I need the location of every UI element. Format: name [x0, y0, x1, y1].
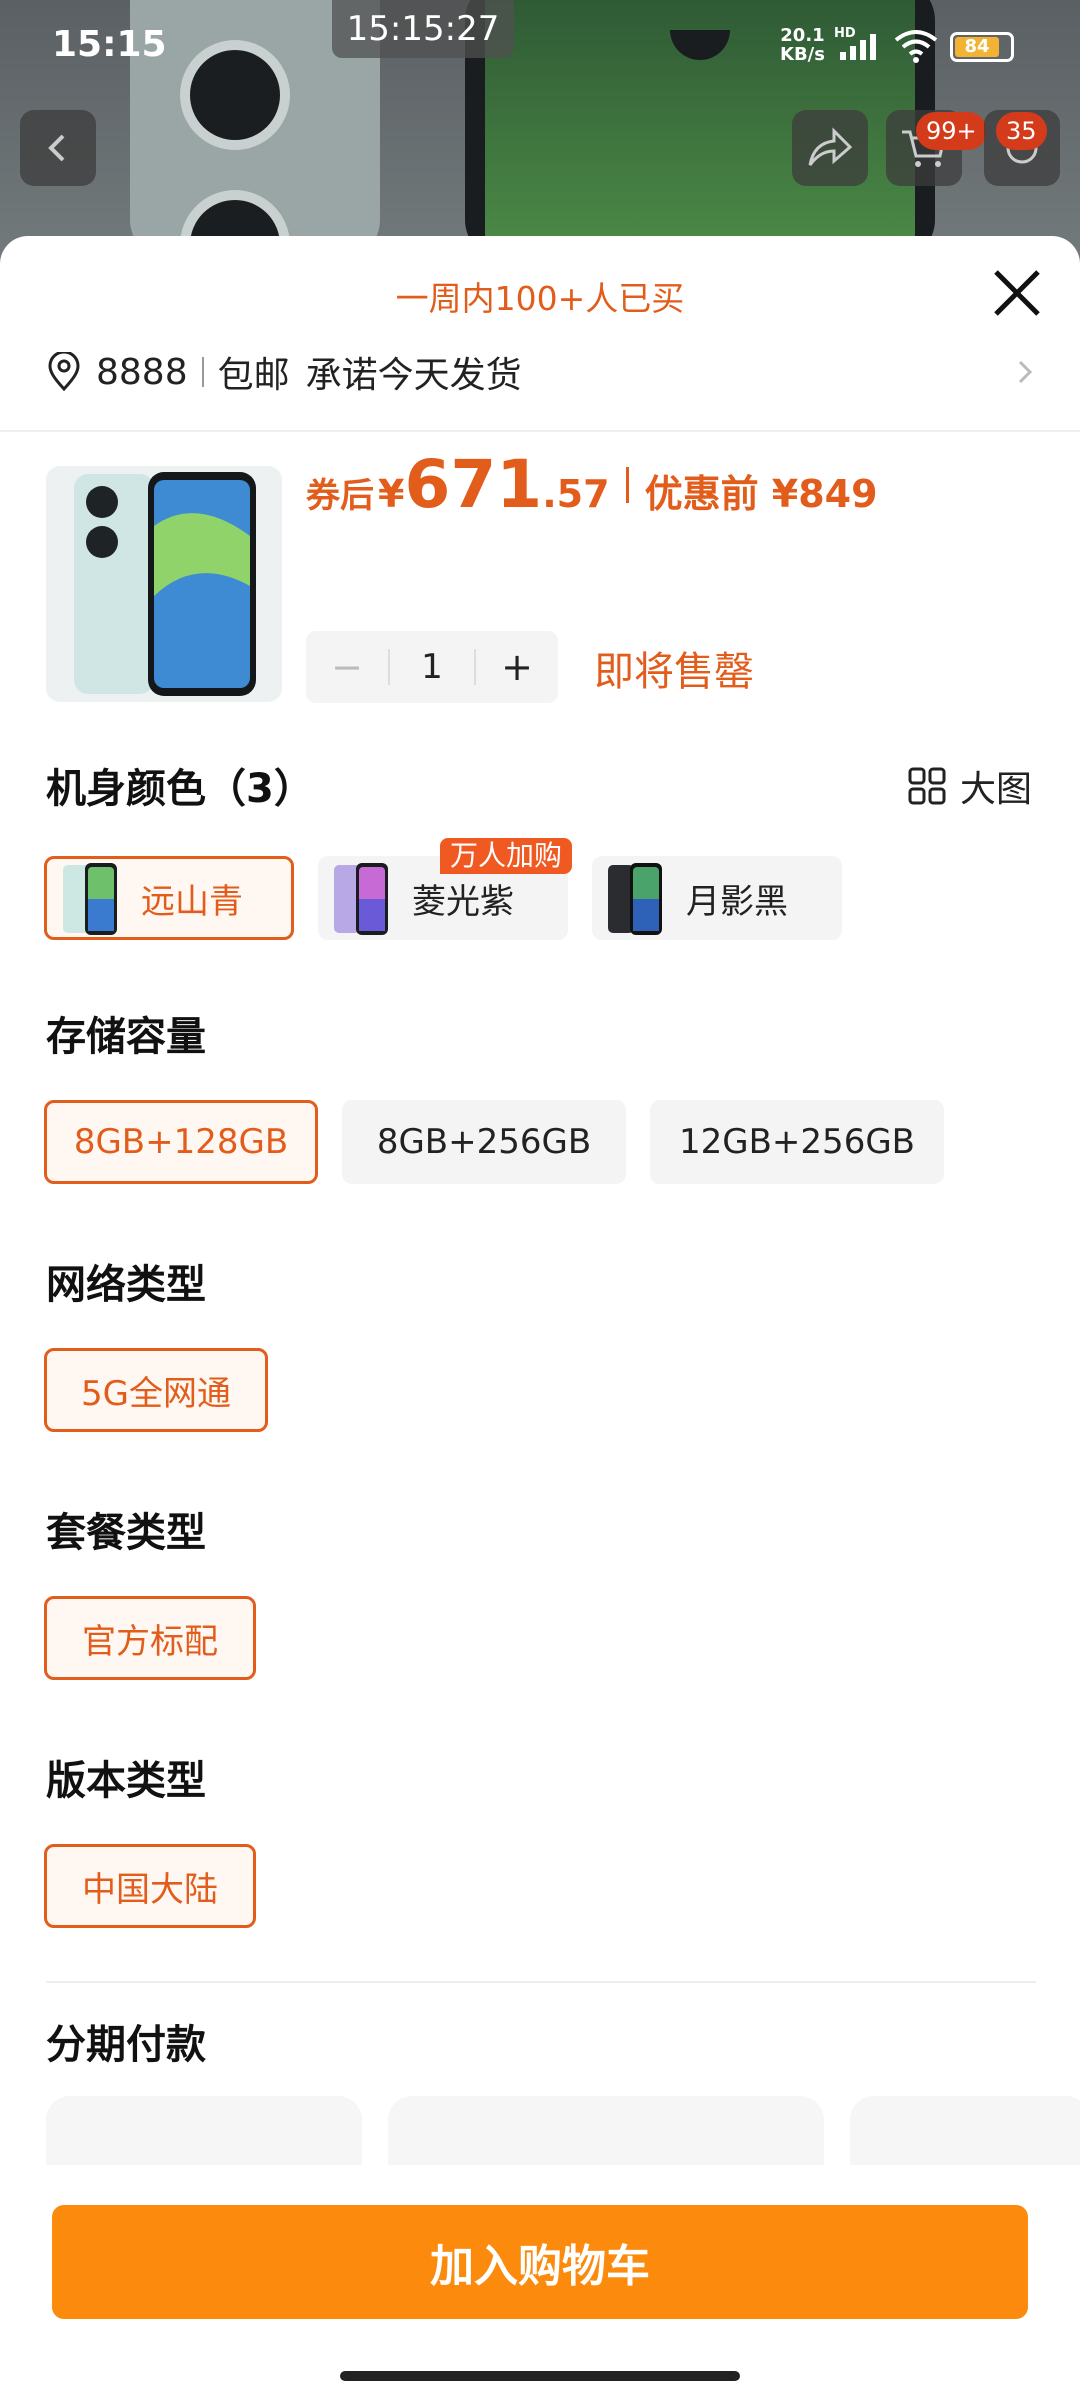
back-button[interactable] — [20, 110, 96, 186]
section-title-installment: 分期付款 — [46, 2022, 206, 2068]
product-image — [74, 472, 256, 696]
share-icon — [808, 127, 853, 166]
address-separator — [201, 357, 204, 387]
battery-level: 84 — [955, 37, 999, 57]
location-pin-icon — [48, 352, 80, 392]
section-title-version: 版本类型 — [46, 1758, 206, 1804]
product-thumbnail[interactable] — [46, 466, 282, 702]
large-image-toggle[interactable]: 大图 — [908, 760, 1032, 812]
stock-warning: 即将售罄 — [594, 649, 754, 695]
price-row: 券后 ¥ 671 .57 优惠前 ¥849 — [306, 446, 878, 523]
color-swatch-image — [63, 863, 117, 935]
purchase-popularity: 一周内100+人已买 — [395, 279, 685, 318]
home-indicator[interactable] — [340, 2371, 740, 2381]
color-option-yueyinghei[interactable]: 月影黑 — [592, 856, 842, 940]
shipping-free: 包邮 — [217, 355, 290, 396]
price-decimal: .57 — [542, 472, 610, 516]
storage-option-12-256[interactable]: 12GB+256GB — [650, 1100, 944, 1184]
status-time: 15:15 — [52, 24, 167, 65]
status-bar: 15:15 15:15:27 20.1 KB/s HD 84 — [0, 0, 1080, 90]
signal-icon — [840, 34, 876, 60]
quantity-value[interactable]: 1 — [388, 649, 476, 685]
price-currency: ¥ — [378, 472, 405, 516]
network-option-5g[interactable]: 5G全网通 — [44, 1348, 268, 1432]
package-option-standard[interactable]: 官方标配 — [44, 1596, 256, 1680]
grid-icon — [908, 767, 946, 805]
hot-tag-badge: 万人加购 — [440, 838, 573, 874]
network-speed-unit: KB/s — [780, 44, 825, 65]
add-to-cart-button[interactable]: 加入购物车 — [52, 2205, 1028, 2319]
storage-option-8-256[interactable]: 8GB+256GB — [342, 1100, 626, 1184]
price-separator — [625, 466, 629, 503]
quantity-decrease-button[interactable]: − — [306, 645, 388, 689]
quantity-increase-button[interactable]: + — [476, 645, 558, 689]
battery-icon: 84 — [950, 32, 1014, 62]
share-button[interactable] — [792, 110, 868, 186]
back-arrow-icon — [48, 134, 65, 162]
message-count-badge: 35 — [996, 112, 1047, 150]
delivery-address-row[interactable]: 8888 包邮 承诺今天发货 — [46, 344, 1036, 400]
color-swatch-image — [334, 863, 388, 935]
divider — [0, 430, 1080, 432]
section-title-color: 机身颜色（3） — [46, 766, 314, 812]
sku-selector-sheet: 一周内100+人已买 8888 包邮 承诺今天发货 券后 ¥ 671 .57 优 — [0, 236, 1080, 2400]
original-price: 优惠前 ¥849 — [644, 472, 878, 516]
bottom-action-bar: 加入购物车 — [0, 2165, 1080, 2400]
cart-count-badge: 99+ — [916, 112, 987, 150]
section-title-package: 套餐类型 — [46, 1510, 206, 1556]
quantity-stepper: − 1 + — [306, 631, 558, 703]
floating-clock: 15:15:27 — [332, 0, 514, 58]
watermark-text: 抽·好·机·器 — [422, 1372, 591, 1412]
color-option-label: 菱光紫 — [412, 881, 514, 922]
color-option-label: 远山青 — [141, 881, 243, 922]
color-option-yuanshanqing[interactable]: 远山青 — [44, 856, 294, 940]
price-integer: 671 — [404, 446, 543, 523]
color-option-label: 月影黑 — [686, 881, 788, 922]
network-speed-value: 20.1 — [780, 25, 825, 46]
divider — [46, 1981, 1036, 1983]
chevron-right-icon — [1018, 360, 1033, 384]
close-icon[interactable] — [988, 264, 1046, 322]
address-code: 8888 — [96, 351, 188, 393]
wifi-icon — [894, 30, 938, 63]
section-title-network: 网络类型 — [46, 1262, 206, 1308]
network-speed: 20.1 KB/s — [780, 26, 825, 64]
storage-option-8-128[interactable]: 8GB+128GB — [44, 1100, 318, 1184]
section-title-storage: 存储容量 — [46, 1014, 206, 1060]
large-image-label: 大图 — [960, 769, 1033, 810]
price-label: 券后 — [306, 476, 374, 516]
shipping-promise: 承诺今天发货 — [305, 355, 522, 396]
version-option-mainland[interactable]: 中国大陆 — [44, 1844, 256, 1928]
color-swatch-image — [608, 863, 662, 935]
